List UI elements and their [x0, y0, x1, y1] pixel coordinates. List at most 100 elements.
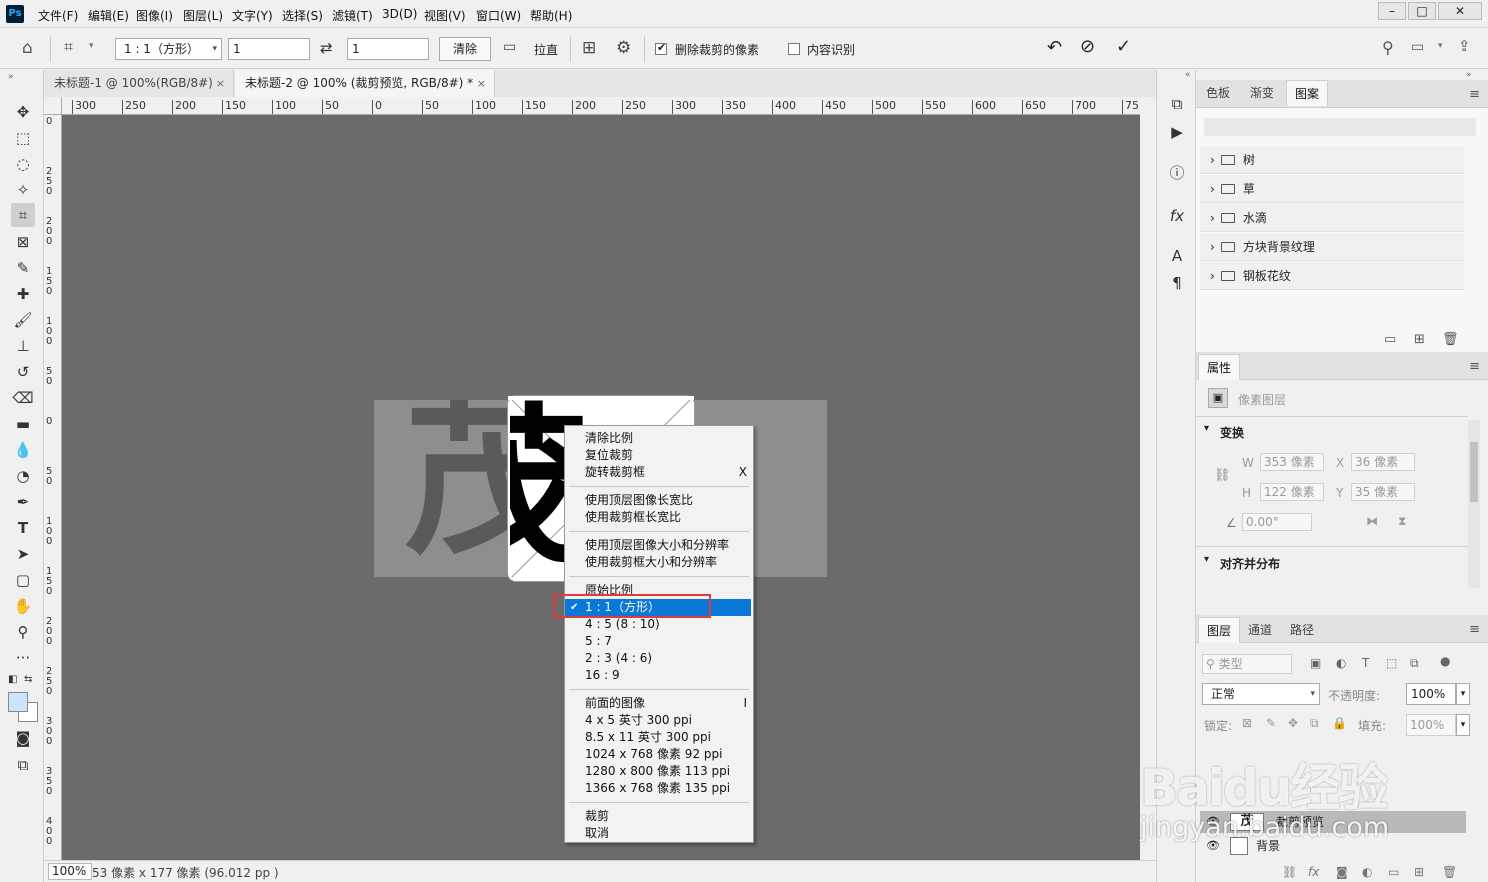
context-menu-item[interactable]: 4 : 5 (8 : 10) — [565, 616, 753, 633]
magic-wand-icon[interactable]: ✧ — [11, 178, 35, 202]
foreground-color-swatch[interactable] — [8, 692, 28, 712]
vertical-scrollbar[interactable] — [1140, 97, 1156, 860]
menu-filter[interactable]: 滤镜(T) — [332, 7, 373, 24]
gear-icon[interactable]: ⚙ — [616, 38, 631, 58]
workspace-icon[interactable]: ▭ — [1411, 39, 1424, 55]
menu-layer[interactable]: 图层(L) — [183, 7, 223, 24]
maximize-icon[interactable]: □ — [1408, 2, 1436, 20]
tab-swatches[interactable]: 色板 — [1198, 80, 1238, 106]
menu-3d[interactable]: 3D(D) — [382, 7, 417, 21]
home-icon[interactable]: ⌂ — [22, 38, 33, 58]
context-menu-item[interactable]: 8.5 x 11 英寸 300 ppi — [565, 729, 753, 746]
path-select-icon[interactable]: ➤ — [11, 542, 35, 566]
move-tool-icon[interactable]: ✥ — [11, 100, 35, 124]
chevron-down-icon[interactable]: ▾ — [1204, 423, 1209, 434]
minimize-icon[interactable]: – — [1378, 2, 1406, 20]
zoom-tool-icon[interactable]: ⚲ — [11, 620, 35, 644]
crop-handle[interactable] — [508, 396, 524, 400]
default-colors-icon[interactable]: ◧ — [8, 674, 17, 685]
chevron-down-icon[interactable]: ▾ — [89, 41, 94, 51]
close-icon[interactable]: ✕ — [1438, 2, 1482, 20]
context-menu-item[interactable]: 16 : 9 — [565, 667, 753, 684]
lock-artboard-icon[interactable]: ⧉ — [1310, 716, 1319, 731]
menu-view[interactable]: 视图(V) — [424, 7, 466, 24]
layer-filter-select[interactable]: ⚲ 类型 — [1202, 654, 1292, 674]
layer-mask-icon[interactable]: ◙ — [1336, 865, 1348, 879]
context-menu-item[interactable]: 复位裁剪 — [565, 447, 753, 464]
tab-document-2[interactable]: 未标题-2 @ 100% (裁剪预览, RGB/8#) * × — [235, 70, 495, 97]
panel-menu-icon[interactable]: ≡ — [1469, 359, 1480, 374]
fx-icon[interactable]: fx — [1308, 865, 1319, 879]
context-menu-item[interactable]: 裁剪 — [565, 808, 753, 825]
menu-image[interactable]: 图像(I) — [136, 7, 173, 24]
chevron-down-icon[interactable]: ▾ — [1204, 554, 1209, 565]
commit-check-icon[interactable]: ✓ — [1116, 36, 1131, 57]
pattern-search[interactable] — [1204, 118, 1476, 136]
link-layers-icon[interactable]: ⛓ — [1282, 865, 1297, 879]
pattern-folder-steel[interactable]: › 钢板花纹 — [1200, 262, 1464, 290]
pattern-folder-tree[interactable]: › 树 — [1200, 146, 1464, 174]
context-menu-item[interactable]: 5 : 7 — [565, 633, 753, 650]
more-tools-icon[interactable]: ··· — [11, 646, 35, 670]
tab-patterns[interactable]: 图案 — [1286, 80, 1329, 106]
chevron-down-icon[interactable]: ▾ — [1456, 714, 1470, 736]
menu-help[interactable]: 帮助(H) — [530, 7, 572, 24]
crop-handle[interactable] — [678, 396, 694, 400]
height-field[interactable]: 122 像素 — [1260, 483, 1324, 501]
context-menu-item[interactable]: 1024 x 768 像素 92 ppi — [565, 746, 753, 763]
angle-field[interactable]: 0.00° — [1242, 513, 1312, 531]
context-menu-item[interactable]: 使用裁剪框大小和分辨率 — [565, 554, 753, 571]
search-icon[interactable]: ⚲ — [1382, 38, 1394, 57]
context-menu-item[interactable]: 使用顶层图像长宽比 — [565, 492, 753, 509]
overlay-grid-icon[interactable]: ⊞ — [582, 38, 596, 58]
ratio-select[interactable]: 1 : 1（方形） ▾ — [115, 38, 222, 60]
new-layer-icon[interactable]: ⊞ — [1414, 865, 1424, 879]
swap-colors-icon[interactable]: ⇆ — [24, 674, 32, 685]
menu-select[interactable]: 选择(S) — [282, 7, 323, 24]
actions-panel-icon[interactable]: ▶ — [1167, 122, 1187, 142]
marquee-tool-icon[interactable]: ⬚ — [11, 126, 35, 150]
cancel-icon[interactable]: ⊘ — [1080, 36, 1095, 57]
trash-icon[interactable]: 🗑 — [1442, 332, 1459, 347]
menu-edit[interactable]: 编辑(E) — [88, 7, 129, 24]
blend-mode-select[interactable]: 正常 ▾ — [1202, 683, 1320, 705]
shape-tool-icon[interactable]: ▢ — [11, 568, 35, 592]
panel-menu-icon[interactable]: ≡ — [1469, 87, 1480, 102]
quick-mask-icon[interactable]: ◙ — [11, 726, 35, 750]
filter-adjust-icon[interactable]: ◐ — [1336, 656, 1346, 670]
crop-tool-icon[interactable]: ⌗ — [11, 203, 35, 227]
context-menu-item[interactable]: 前面的图像 I — [565, 695, 753, 712]
undo-icon[interactable]: ↶ — [1047, 37, 1062, 58]
straighten-icon[interactable]: ▭ — [503, 39, 516, 55]
link-icon[interactable]: ⛓ — [1214, 468, 1231, 483]
context-menu-item[interactable]: 1280 x 800 像素 113 ppi — [565, 763, 753, 780]
context-menu-item[interactable]: 4 x 5 英寸 300 ppi — [565, 712, 753, 729]
filter-shape-icon[interactable]: ⬚ — [1386, 656, 1397, 670]
menu-type[interactable]: 文字(Y) — [232, 7, 273, 24]
filter-smart-icon[interactable]: ⧉ — [1410, 656, 1419, 671]
lock-paint-icon[interactable]: ✎ — [1266, 716, 1276, 730]
lock-position-icon[interactable]: ✥ — [1288, 716, 1298, 730]
new-group-icon[interactable]: ▭ — [1384, 332, 1396, 347]
flip-vertical-icon[interactable]: ⧗ — [1398, 514, 1406, 529]
blur-tool-icon[interactable]: 💧 — [11, 438, 35, 462]
type-tool-icon[interactable]: T — [11, 516, 35, 540]
swap-icon[interactable]: ⇄ — [320, 39, 333, 57]
context-menu-item[interactable]: 旋转裁剪框 X — [565, 464, 753, 481]
new-group-icon[interactable]: ▭ — [1388, 865, 1399, 879]
clear-button[interactable]: 清除 — [439, 37, 491, 61]
pen-tool-icon[interactable]: ✒ — [11, 490, 35, 514]
adjustment-layer-icon[interactable]: ◐ — [1362, 865, 1372, 879]
tab-paths[interactable]: 路径 — [1282, 617, 1322, 643]
tab-properties[interactable]: 属性 — [1198, 354, 1241, 380]
gradient-tool-icon[interactable]: ▬ — [11, 412, 35, 436]
fx-icon[interactable]: fx — [1167, 206, 1187, 226]
straighten-button[interactable]: 拉直 — [534, 41, 558, 58]
history-brush-icon[interactable]: ↺ — [11, 360, 35, 384]
crop-height-input[interactable]: 1 — [347, 38, 429, 60]
crop-preset-icon[interactable]: ⌗ — [64, 37, 73, 57]
lasso-tool-icon[interactable]: ◌ — [11, 152, 35, 176]
character-panel-icon[interactable]: A — [1167, 246, 1187, 266]
opacity-input[interactable]: 100% — [1406, 683, 1456, 705]
filter-type-icon[interactable]: T — [1362, 656, 1369, 670]
